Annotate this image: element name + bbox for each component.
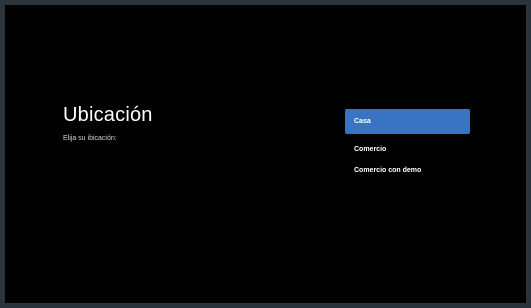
option-casa[interactable]: Casa [345, 109, 470, 134]
location-options-list: Casa Comercio Comercio con demo [345, 109, 470, 181]
page-subtitle: Elija su ibicación: [63, 135, 117, 142]
page-title: Ubicación [63, 104, 153, 126]
setup-screen: Ubicación Elija su ibicación: Casa Comer… [5, 5, 526, 303]
info-pane: Ubicación Elija su ibicación: [63, 103, 283, 143]
tv-frame: Ubicación Elija su ibicación: Casa Comer… [0, 0, 531, 308]
option-comercio-con-demo[interactable]: Comercio con demo [345, 160, 470, 181]
option-comercio[interactable]: Comercio [345, 139, 470, 160]
